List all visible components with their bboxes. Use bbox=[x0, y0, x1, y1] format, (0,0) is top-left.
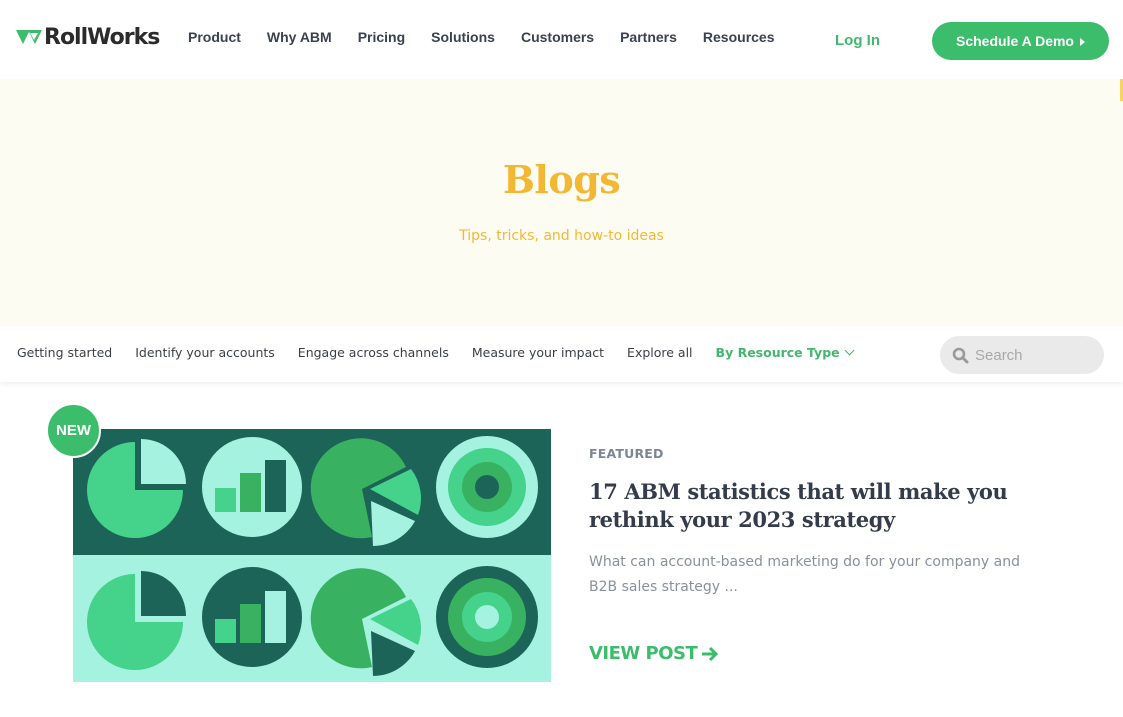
target-rings-icon bbox=[436, 436, 538, 538]
hero-banner: Blogs Tips, tricks, and how-to ideas bbox=[0, 79, 1123, 326]
page-title: Blogs bbox=[502, 157, 621, 202]
filter-explore-all[interactable]: Explore all bbox=[627, 345, 693, 360]
nav-item-product[interactable]: Product bbox=[188, 29, 241, 45]
main-nav: Product Why ABM Pricing Solutions Custom… bbox=[188, 29, 801, 45]
arrow-right-icon bbox=[702, 646, 719, 661]
nav-item-solutions[interactable]: Solutions bbox=[431, 29, 495, 45]
search-icon bbox=[952, 347, 969, 363]
filter-identify-accounts[interactable]: Identify your accounts bbox=[135, 345, 275, 360]
view-post-link[interactable]: VIEW POST bbox=[589, 643, 719, 664]
bar-chart-icon bbox=[202, 437, 302, 537]
filter-measure-impact[interactable]: Measure your impact bbox=[472, 345, 604, 360]
featured-label: FEATURED bbox=[589, 446, 664, 461]
caret-right-icon bbox=[1080, 38, 1085, 46]
nav-item-partners[interactable]: Partners bbox=[620, 29, 677, 45]
rollworks-logo-icon bbox=[16, 29, 42, 44]
page-subtitle: Tips, tricks, and how-to ideas bbox=[459, 228, 664, 244]
filter-engage-channels[interactable]: Engage across channels bbox=[298, 345, 449, 360]
rollworks-logo[interactable]: RollWorks bbox=[16, 25, 160, 50]
view-post-label: VIEW POST bbox=[589, 643, 698, 664]
login-link[interactable]: Log In bbox=[835, 32, 880, 49]
search-input[interactable] bbox=[975, 346, 1095, 364]
post-excerpt: What can account-based marketing do for … bbox=[589, 554, 1020, 595]
schedule-demo-label: Schedule A Demo bbox=[956, 33, 1074, 49]
nav-item-resources[interactable]: Resources bbox=[703, 29, 775, 45]
category-filters: Getting started Identify your accounts E… bbox=[17, 345, 876, 360]
resource-type-dropdown[interactable]: By Resource Type bbox=[715, 345, 855, 360]
filter-getting-started[interactable]: Getting started bbox=[17, 345, 112, 360]
nav-item-pricing[interactable]: Pricing bbox=[358, 29, 405, 45]
featured-post-image[interactable] bbox=[73, 429, 551, 682]
charts-illustration bbox=[73, 429, 551, 682]
search-box[interactable] bbox=[940, 336, 1104, 374]
post-title[interactable]: 17 ABM statistics that will make you ret… bbox=[589, 478, 1059, 534]
target-rings-icon bbox=[436, 566, 538, 668]
nav-item-why-abm[interactable]: Why ABM bbox=[267, 29, 332, 45]
brand-name: RollWorks bbox=[44, 25, 160, 50]
resource-type-label: By Resource Type bbox=[715, 345, 840, 360]
schedule-demo-button[interactable]: Schedule A Demo bbox=[932, 22, 1109, 60]
site-header: RollWorks Product Why ABM Pricing Soluti… bbox=[0, 0, 1123, 79]
new-badge: NEW bbox=[46, 403, 101, 458]
chevron-down-icon bbox=[844, 345, 855, 356]
nav-item-customers[interactable]: Customers bbox=[521, 29, 594, 45]
category-filter-bar: Getting started Identify your accounts E… bbox=[0, 326, 1123, 382]
bar-chart-icon bbox=[202, 567, 302, 667]
